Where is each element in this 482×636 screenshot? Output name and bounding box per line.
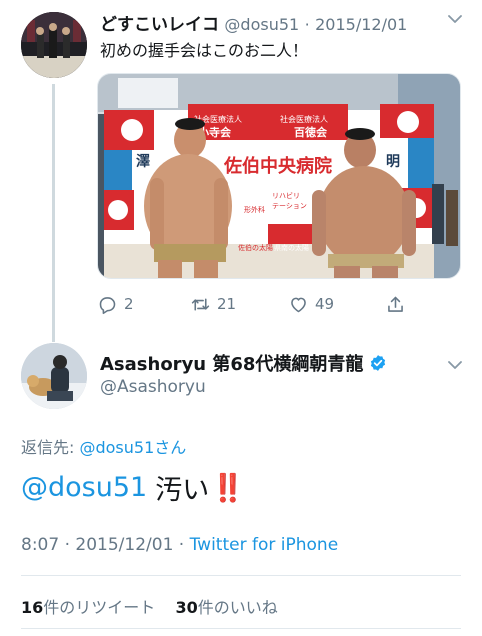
avatar[interactable] [21, 12, 87, 78]
banner-text: 県南の太陽 [274, 243, 309, 252]
tweet-action-bar: 2 21 49 [97, 292, 417, 316]
tweet-header: どすこいレイコ @dosu51 · 2015/12/01 [100, 10, 440, 35]
share-button[interactable] [385, 292, 406, 316]
sumo-wrestlers-photo: 社会医療法人 社会医療法人 小寺会 百徳会 佐伯中央病院 形外科 リハビリ テー… [98, 74, 460, 278]
tweet-text: @dosu51 汚い ‼️ [21, 468, 245, 507]
banner-text: リハビリ [272, 191, 300, 200]
reply-target-link[interactable]: @dosu51さん [79, 438, 186, 457]
tweet-body: 汚い [155, 475, 210, 506]
double-exclamation-emoji: ‼️ [211, 472, 245, 504]
handle[interactable]: @Asashoryu [100, 377, 206, 397]
tweet-timestamp: 8:07 · 2015/12/01 · Twitter for iPhone [21, 535, 338, 555]
tweet-photo[interactable]: 社会医療法人 社会医療法人 小寺会 百徳会 佐伯中央病院 形外科 リハビリ テー… [97, 73, 461, 279]
reply-label: 返信先: [21, 438, 80, 457]
verified-badge-icon [371, 355, 386, 371]
avatar-image [21, 343, 87, 409]
like-button[interactable]: 49 [288, 292, 334, 316]
tweet-time[interactable]: 8:07 [21, 535, 59, 555]
banner-text: 社会医療法人 [280, 114, 328, 124]
share-icon [388, 296, 403, 312]
banner-text: 明 [386, 154, 400, 170]
tweet-date[interactable]: 2015/12/01 [315, 15, 407, 34]
retweets-count: 16 [21, 598, 44, 617]
divider [21, 628, 461, 629]
tweet-source-link[interactable]: Twitter for iPhone [190, 535, 339, 555]
reply-context: 返信先: @dosu51さん [21, 434, 186, 458]
retweets-label: 件のリツイート [43, 598, 156, 617]
banner-text: 形外科 [244, 205, 265, 214]
avatar[interactable] [21, 343, 87, 409]
handle[interactable]: @dosu51 [224, 15, 299, 34]
banner-text: 澤 [136, 154, 150, 170]
divider [21, 575, 461, 576]
reply-button[interactable]: 2 [97, 292, 134, 316]
display-name[interactable]: Asashoryu 第68代横綱朝青龍 [100, 350, 363, 376]
retweet-button[interactable]: 21 [190, 292, 236, 316]
chevron-down-icon[interactable] [448, 14, 462, 24]
like-icon [291, 297, 306, 312]
banner-text: 佐伯の太陽 [238, 243, 273, 252]
likes-label: 件のいいね [197, 598, 278, 617]
tweet-text: 初めの握手会はこのお二人！ [100, 41, 309, 60]
separator: · [304, 15, 310, 34]
banner-text: 百徳会 [294, 125, 328, 139]
banner-text: テーション [272, 202, 307, 210]
reply-icon [99, 296, 116, 314]
like-count: 49 [315, 295, 335, 313]
engagement-stats: 16件のリツイート 30件のいいね [21, 594, 278, 618]
mention-link[interactable]: @dosu51 [21, 472, 147, 503]
separator: · [64, 535, 70, 555]
reply-count: 2 [124, 295, 134, 313]
separator: · [178, 535, 185, 555]
retweet-icon [191, 297, 210, 311]
retweet-count: 21 [217, 295, 237, 313]
banner-main-text: 佐伯中央病院 [223, 155, 332, 177]
author-name-row[interactable]: Asashoryu 第68代横綱朝青龍 [100, 350, 387, 376]
retweets-stat[interactable]: 16件のリツイート [21, 598, 155, 617]
parent-tweet[interactable]: どすこいレイコ @dosu51 · 2015/12/01 初めの握手会はこのお二… [0, 0, 482, 342]
tweet-date[interactable]: 2015/12/01 [75, 535, 173, 555]
likes-stat[interactable]: 30件のいいね [175, 598, 277, 617]
thread-connector-line [52, 84, 55, 342]
display-name[interactable]: どすこいレイコ [100, 15, 219, 35]
avatar-image [21, 12, 87, 78]
chevron-down-icon[interactable] [448, 360, 462, 370]
likes-count: 30 [175, 598, 198, 617]
